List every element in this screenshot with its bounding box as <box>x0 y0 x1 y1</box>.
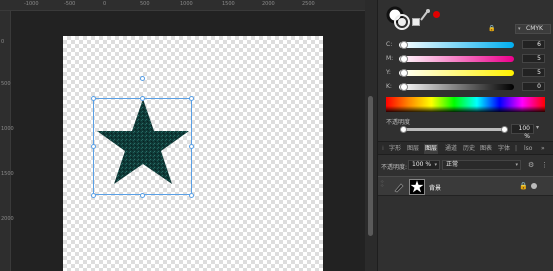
scrollbar-thumb[interactable] <box>368 96 373 236</box>
ruler-label: -1000 <box>24 1 39 7</box>
slider-knob-k[interactable] <box>400 83 408 91</box>
horizontal-ruler: -1000 -500 0 500 1000 1500 2000 2500 <box>0 0 365 11</box>
slider-label-y: Y: <box>386 69 391 76</box>
opacity-slider-knob-end[interactable] <box>501 126 508 133</box>
lock-icon[interactable]: 🔒 <box>488 25 495 32</box>
slider-track-k[interactable] <box>399 84 514 90</box>
slider-track-m[interactable] <box>399 56 514 62</box>
tab-0[interactable]: 字形 <box>388 144 402 154</box>
chevron-down-icon[interactable]: ▾ <box>536 124 539 131</box>
slider-y[interactable]: Y: 5 <box>378 68 553 78</box>
ruler-label: 2000 <box>262 1 275 7</box>
ruler-label: 0 <box>1 39 5 45</box>
layer-opacity-label: 不透明度: <box>381 164 408 171</box>
resize-handle-s[interactable] <box>140 193 145 198</box>
tab-7[interactable]: lso <box>523 144 533 154</box>
slider-k[interactable]: K: 0 <box>378 82 553 92</box>
ruler-label: 2000 <box>1 216 14 222</box>
blend-mode-select[interactable]: 正常 ▾ <box>442 160 521 170</box>
vertical-scrollbar[interactable] <box>366 0 376 271</box>
fill-stroke-icon[interactable] <box>386 6 412 32</box>
gear-icon[interactable]: ⚙ <box>528 161 534 169</box>
chevron-down-icon: ▾ <box>518 26 521 32</box>
slider-label-m: M: <box>386 55 394 62</box>
slider-track-y[interactable] <box>399 70 514 76</box>
resize-handle-ne[interactable] <box>189 96 194 101</box>
color-model-value: CMYK <box>526 25 543 32</box>
tab-grip-icon[interactable]: ⁞ <box>381 144 385 154</box>
layer-opacity-value: 100 % <box>412 161 432 168</box>
tab-2[interactable]: 图层 <box>424 144 439 154</box>
slider-label-k: K: <box>386 83 392 90</box>
slider-knob-c[interactable] <box>400 41 408 49</box>
color-spectrum[interactable] <box>386 97 545 112</box>
layer-name[interactable]: 背景 <box>429 183 441 192</box>
resize-handle-e[interactable] <box>189 144 194 149</box>
resize-handle-w[interactable] <box>91 144 96 149</box>
tab-4[interactable]: 历史 <box>462 144 476 154</box>
slider-c[interactable]: C: 6 <box>378 40 553 50</box>
lock-icon[interactable]: 🔒 <box>519 182 528 190</box>
slider-m[interactable]: M: 5 <box>378 54 553 64</box>
chevron-down-icon: ▾ <box>515 162 518 168</box>
slider-track-c[interactable] <box>399 42 514 48</box>
star-thumbnail-icon <box>410 180 424 193</box>
slider-knob-y[interactable] <box>400 69 408 77</box>
ruler-label: -500 <box>64 1 76 7</box>
tab-5[interactable]: 图表 <box>479 144 493 154</box>
rotate-handle[interactable] <box>140 76 145 81</box>
blend-mode-value: 正常 <box>446 161 459 168</box>
right-panel: 🔒 CMYK ▾ C: 6 M: 5 Y: 5 K: 0 不透明度 100 % … <box>377 0 553 271</box>
resize-handle-sw[interactable] <box>91 193 96 198</box>
slider-value-c[interactable]: 6 <box>522 40 545 49</box>
drag-handle-icon[interactable]: ⁘ ⁘ <box>380 180 385 194</box>
tab-6[interactable]: 字体 <box>497 144 511 154</box>
ruler-label: 1500 <box>222 1 235 7</box>
slider-knob-m[interactable] <box>400 55 408 63</box>
more-tabs-icon[interactable]: » <box>540 144 546 154</box>
recent-color-icon[interactable] <box>433 11 440 18</box>
tab-3[interactable]: 通道 <box>444 144 458 154</box>
canvas-workspace[interactable]: -1000 -500 0 500 1000 1500 2000 2500 0 5… <box>0 0 365 271</box>
opacity-slider-track[interactable] <box>400 128 506 131</box>
color-panel-header: 🔒 CMYK ▾ <box>378 0 553 40</box>
eyedropper-icon[interactable] <box>419 8 431 22</box>
slider-label-c: C: <box>386 41 393 48</box>
opacity-label: 不透明度 <box>386 119 411 126</box>
slider-value-y[interactable]: 5 <box>522 68 545 77</box>
selection-box[interactable] <box>93 98 192 195</box>
ruler-label: 500 <box>140 1 150 7</box>
slider-value-k[interactable]: 0 <box>522 82 545 91</box>
panel-tabs: ⁞ 字形 图层 图层 通道 历史 图表 字体 | lso » <box>378 141 553 155</box>
resize-handle-nw[interactable] <box>91 96 96 101</box>
tab-separator: | <box>515 145 518 152</box>
layer-options: 不透明度: 100 % ▾ 正常 ▾ ⚙ ⋮ <box>378 158 553 172</box>
ruler-label: 2500 <box>302 1 315 7</box>
chevron-down-icon: ▾ <box>434 162 437 168</box>
visibility-icon[interactable] <box>531 183 537 189</box>
opacity-value[interactable]: 100 % <box>511 124 534 140</box>
layer-opacity-input[interactable]: 100 % ▾ <box>408 160 440 170</box>
ruler-label: 1000 <box>180 1 193 7</box>
layer-row[interactable]: ⁘ ⁘ 背景 🔒 <box>378 176 553 196</box>
vertical-ruler: 0 500 1000 1500 2000 <box>0 11 14 271</box>
color-model-select[interactable]: CMYK ▾ <box>515 24 551 34</box>
ruler-label: 0 <box>103 1 107 7</box>
slider-value-m[interactable]: 5 <box>522 54 545 63</box>
ruler-label: 1000 <box>1 126 14 132</box>
ruler-label: 500 <box>1 81 11 87</box>
brush-icon[interactable] <box>393 181 405 193</box>
tab-1[interactable]: 图层 <box>406 144 420 154</box>
more-options-icon[interactable]: ⋮ <box>541 161 548 169</box>
layer-thumbnail[interactable] <box>409 179 425 195</box>
resize-handle-se[interactable] <box>189 193 194 198</box>
ruler-label: 1500 <box>1 171 14 177</box>
opacity-slider-knob[interactable] <box>400 126 407 133</box>
resize-handle-n[interactable] <box>140 96 145 101</box>
